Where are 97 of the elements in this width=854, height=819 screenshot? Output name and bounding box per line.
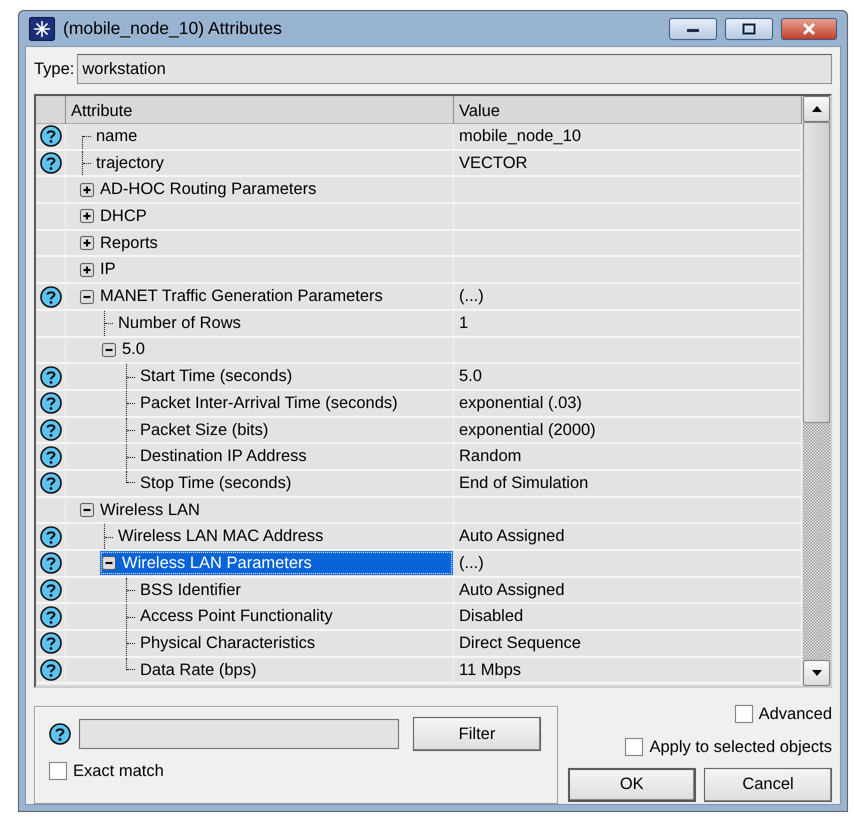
help-icon[interactable] (40, 606, 62, 628)
value-cell[interactable]: 5.0 (459, 364, 482, 389)
tree-line (126, 631, 135, 656)
close-icon[interactable] (801, 22, 817, 36)
tree-item[interactable]: Stop Time (seconds) (138, 471, 453, 496)
scrollbar-thumb[interactable] (803, 122, 830, 424)
help-icon[interactable] (40, 152, 62, 174)
expand-icon[interactable] (80, 209, 94, 224)
tree-item[interactable]: Packet Inter-Arrival Time (seconds) (138, 391, 453, 416)
tree-line (126, 390, 135, 416)
value-cell[interactable]: Disabled (459, 604, 524, 630)
minimize-button[interactable] (669, 18, 717, 40)
value-cell[interactable]: Direct Sequence (459, 631, 581, 656)
tree-line (126, 578, 135, 602)
maximize-icon[interactable] (741, 22, 757, 34)
help-icon[interactable] (40, 659, 62, 682)
tree-item[interactable]: Wireless LAN (78, 498, 453, 522)
value-cell[interactable]: Auto Assigned (459, 524, 564, 550)
tree-item[interactable]: Physical Characteristics (138, 631, 453, 656)
tree-item[interactable]: MANET Traffic Generation Parameters (78, 284, 453, 308)
checkbox-label[interactable]: Advanced (758, 702, 832, 727)
value-cell[interactable]: Random (459, 444, 522, 469)
tree-line (126, 658, 135, 670)
help-icon[interactable] (40, 366, 62, 388)
help-icon[interactable] (40, 286, 62, 308)
tree-line (104, 310, 113, 336)
collapse-icon[interactable] (80, 502, 94, 517)
tree-item[interactable]: Reports (78, 231, 453, 256)
tree-item[interactable]: name (94, 124, 453, 148)
maximize-button[interactable] (725, 18, 773, 40)
tree-line (82, 150, 91, 176)
tree-item[interactable]: Destination IP Address (138, 444, 453, 469)
help-icon[interactable] (40, 526, 62, 548)
tree-line (104, 524, 113, 550)
value-cell[interactable]: 11 Mbps (459, 658, 522, 682)
value-cell[interactable]: End of Simulation (459, 470, 588, 496)
up-arrow-icon[interactable] (810, 105, 822, 113)
tree-line (126, 470, 135, 484)
scroll-down-button[interactable] (803, 660, 830, 686)
checkbox[interactable] (734, 705, 753, 724)
help-icon[interactable] (40, 446, 62, 468)
value-cell[interactable]: mobile_node_10 (459, 124, 582, 149)
checkbox[interactable] (49, 762, 67, 780)
tree-item[interactable]: DHCP (78, 204, 453, 228)
column-header[interactable]: Attribute (66, 96, 454, 127)
help-icon[interactable] (40, 392, 62, 414)
tree-item[interactable]: Number of Rows (116, 311, 453, 336)
help-icon[interactable] (40, 552, 62, 574)
tree-line (126, 364, 135, 389)
tree-line (126, 604, 135, 630)
value-cell[interactable]: 1 (459, 310, 468, 336)
tree-item[interactable]: Data Rate (bps) (138, 658, 453, 682)
tree-item[interactable]: Packet Size (bits) (138, 418, 453, 442)
app-icon (29, 16, 55, 40)
tree-item[interactable]: AD-HOC Routing Parameters (78, 178, 453, 202)
help-icon[interactable] (40, 418, 62, 441)
tree-line (126, 418, 135, 442)
collapse-icon[interactable] (80, 290, 94, 304)
expand-icon[interactable] (80, 236, 94, 250)
help-icon[interactable] (49, 723, 71, 745)
checkbox-label[interactable]: Apply to selected objects (649, 734, 832, 760)
help-icon[interactable] (40, 125, 62, 148)
tree-item[interactable]: 5.0 (100, 338, 453, 362)
cancel-button[interactable]: Cancel (704, 768, 832, 802)
filter-button[interactable]: Filter (413, 717, 541, 751)
help-icon[interactable] (40, 472, 62, 494)
value-cell[interactable]: (...) (459, 551, 484, 576)
value-cell[interactable]: exponential (.03) (459, 390, 582, 416)
tree-line (82, 136, 91, 149)
tree-item[interactable]: IP (78, 258, 453, 282)
tree-item[interactable]: Wireless LAN MAC Address (116, 524, 453, 549)
type-field[interactable]: workstation (77, 54, 832, 84)
scroll-up-button[interactable] (803, 96, 830, 122)
filter-field[interactable] (79, 719, 399, 749)
tree-item[interactable]: Wireless LAN Parameters (100, 551, 453, 576)
expand-icon[interactable] (80, 262, 94, 277)
collapse-icon[interactable] (102, 556, 116, 570)
collapse-icon[interactable] (102, 342, 116, 357)
down-arrow-icon[interactable] (810, 669, 822, 677)
type-label: Type: (34, 58, 74, 80)
checkbox[interactable] (625, 738, 644, 756)
value-cell[interactable]: (...) (459, 284, 484, 309)
help-icon[interactable] (40, 579, 62, 602)
value-cell[interactable]: Auto Assigned (459, 578, 564, 602)
value-cell[interactable]: exponential (2000) (459, 418, 596, 442)
checkbox-label[interactable]: Exact match (73, 759, 164, 784)
value-cell[interactable]: VECTOR (459, 150, 528, 176)
tree-item[interactable]: Access Point Functionality (138, 604, 453, 629)
ok-button[interactable]: OK (568, 768, 696, 802)
close-button[interactable] (781, 18, 837, 40)
tree-item[interactable]: Start Time (seconds) (138, 364, 453, 389)
tree-line (126, 444, 135, 469)
expand-icon[interactable] (80, 182, 94, 197)
help-icon[interactable] (40, 632, 62, 654)
tree-item[interactable]: BSS Identifier (138, 578, 453, 602)
tree-item[interactable]: trajectory (94, 151, 453, 176)
window-title: (mobile_node_10) Attributes (63, 17, 283, 40)
